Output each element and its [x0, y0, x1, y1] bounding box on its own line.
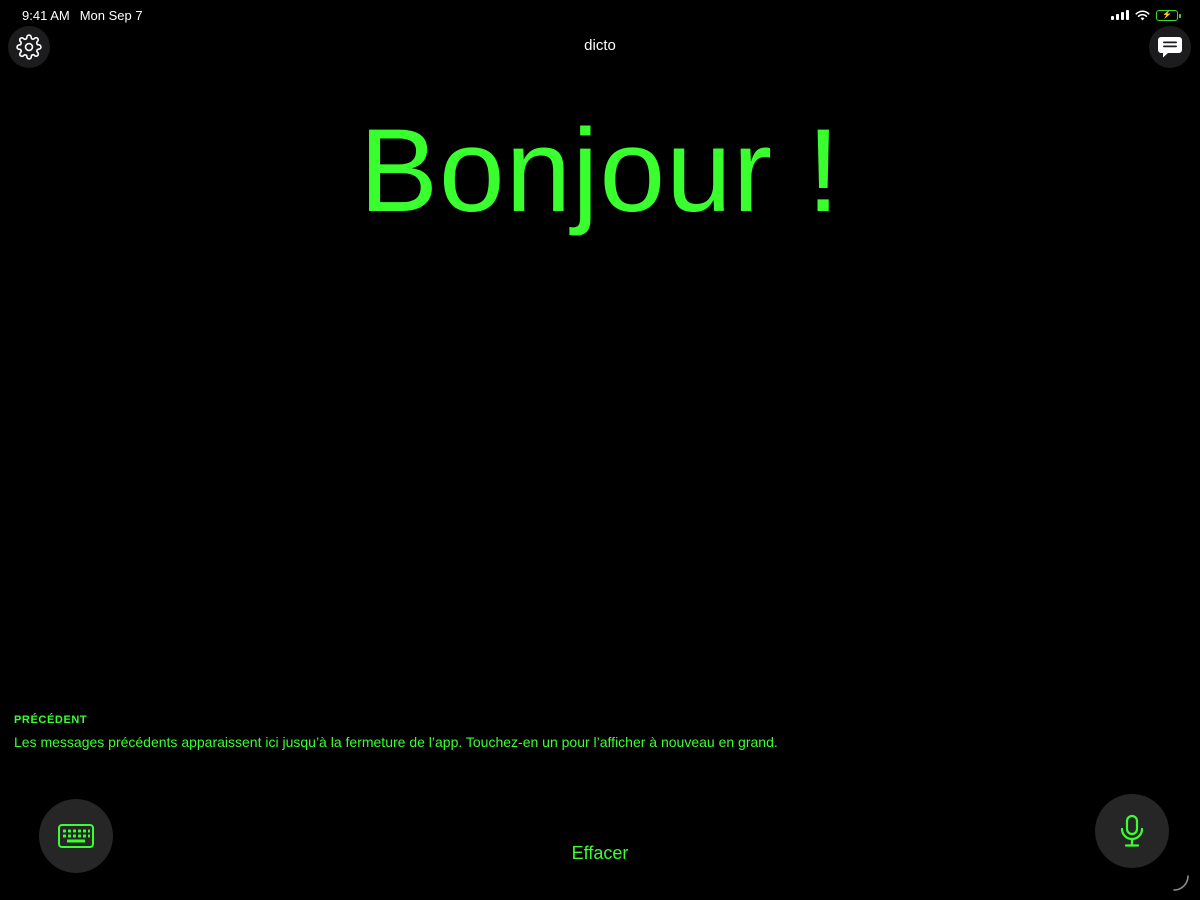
status-right: ⚡	[1111, 9, 1181, 21]
wifi-icon	[1135, 9, 1150, 20]
clear-button-label: Effacer	[571, 843, 629, 863]
main-message[interactable]: Bonjour !	[0, 96, 1200, 246]
clear-button[interactable]: Effacer	[0, 843, 1200, 864]
microphone-icon	[1120, 814, 1144, 847]
status-left: 9:41 AM Mon Sep 7	[22, 8, 143, 23]
status-time: 9:41 AM	[22, 7, 70, 23]
message-bubble-icon	[1158, 37, 1182, 58]
messages-button[interactable]	[1149, 26, 1191, 68]
status-date: Mon Sep 7	[79, 7, 143, 23]
bolt-icon: ⚡	[1162, 10, 1172, 19]
app-title: dicto	[584, 37, 616, 54]
status-bar: 9:41 AM Mon Sep 7 ⚡	[22, 6, 1181, 24]
microphone-button[interactable]	[1095, 794, 1169, 868]
previous-section: PRÉCÉDENT Les messages précédents appara…	[14, 714, 1186, 750]
previous-hint: Les messages précédents apparaissent ici…	[14, 734, 778, 750]
battery-charging-icon: ⚡	[1156, 9, 1181, 21]
previous-heading: PRÉCÉDENT	[14, 714, 88, 726]
resize-handle-icon	[1173, 875, 1189, 891]
cellular-signal-icon	[1111, 10, 1129, 20]
